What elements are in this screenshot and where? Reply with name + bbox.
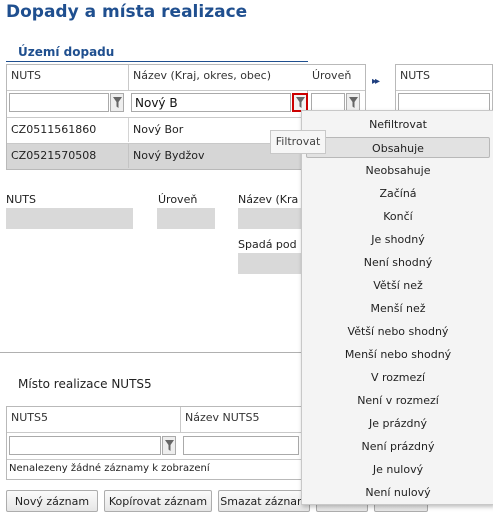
filter-menu-item[interactable]: Je prázdný bbox=[306, 413, 490, 434]
section-divider bbox=[0, 352, 302, 353]
misto-section-title: Místo realizace NUTS5 bbox=[18, 377, 152, 391]
new-record-button[interactable]: Nový záznam bbox=[6, 490, 98, 512]
filter-menu-item[interactable]: Začíná bbox=[306, 183, 490, 204]
right-grid: NUTS bbox=[395, 64, 493, 114]
column-header-uroven-label: Úroveň bbox=[308, 65, 364, 90]
nuts-filter-button[interactable] bbox=[110, 93, 124, 112]
move-right-icon[interactable]: ▸▸ bbox=[372, 76, 380, 87]
misto-grid: NUTS5 Název NUTS5 Nenalezeny žádné zázna… bbox=[6, 406, 305, 480]
nazev-nuts5-filter-input[interactable] bbox=[183, 436, 299, 455]
nazev-filter-input[interactable] bbox=[131, 93, 291, 112]
header-divider bbox=[7, 432, 301, 433]
column-header-nuts5[interactable]: NUTS5 bbox=[7, 407, 181, 432]
filter-divider bbox=[7, 459, 301, 460]
table-row[interactable]: CZ0511561860 Nový Bor bbox=[7, 118, 307, 143]
nuts5-filter-button[interactable] bbox=[162, 436, 176, 455]
table-row[interactable]: CZ0521570508 Nový Bydžov bbox=[7, 144, 307, 169]
column-header-nazev-nuts5[interactable]: Název NUTS5 bbox=[181, 407, 305, 432]
column-header-nuts[interactable]: NUTS bbox=[7, 65, 129, 90]
filter-icon bbox=[295, 97, 305, 108]
uroven-column-area: Úroveň bbox=[308, 64, 366, 114]
spada-pod-field[interactable] bbox=[238, 253, 302, 274]
filter-menu-item[interactable]: Větší nebo shodný bbox=[306, 321, 490, 342]
right-column-header-nuts[interactable]: NUTS bbox=[396, 65, 492, 90]
page-title: Dopady a místa realizace bbox=[6, 2, 248, 22]
filter-menu-item[interactable]: Neobsahuje bbox=[306, 160, 490, 181]
filter-icon bbox=[112, 97, 122, 108]
cell-nuts: CZ0521570508 bbox=[7, 144, 129, 168]
filter-icon bbox=[348, 97, 358, 108]
cell-nuts: CZ0511561860 bbox=[7, 118, 129, 142]
nuts-filter-input[interactable] bbox=[9, 93, 109, 112]
copy-record-button[interactable]: Kopírovat záznam bbox=[104, 490, 212, 512]
nuts5-filter-input[interactable] bbox=[9, 436, 161, 455]
uzemi-grid: NUTS Název (Kraj, okres, obec) Úroveň CZ… bbox=[6, 64, 371, 170]
filter-menu-item[interactable]: Nefiltrovat bbox=[306, 114, 490, 135]
filter-menu-item[interactable]: V rozmezí bbox=[306, 367, 490, 388]
delete-record-button[interactable]: Smazat záznam bbox=[218, 490, 310, 512]
filter-menu-item[interactable]: Není prázdný bbox=[306, 436, 490, 457]
filter-menu-item[interactable]: Je shodný bbox=[306, 229, 490, 250]
filter-tooltip: Filtrovat bbox=[270, 130, 326, 154]
filter-menu-item[interactable]: Není nulový bbox=[306, 482, 490, 503]
filter-menu-item[interactable]: Menší než bbox=[306, 298, 490, 319]
filter-menu-item[interactable]: Není v rozmezí bbox=[306, 390, 490, 411]
nazev-label: Název (Kra bbox=[238, 193, 299, 206]
filter-menu-item[interactable]: Větší než bbox=[306, 275, 490, 296]
empty-message: Nenalezeny žádné záznamy k zobrazení bbox=[9, 463, 210, 474]
filter-menu: Nefiltrovat Obsahuje Neobsahuje Začíná Končí… bbox=[301, 110, 493, 505]
filter-menu-item[interactable]: Obsahuje bbox=[306, 137, 490, 158]
spada-pod-label: Spadá pod bbox=[238, 238, 297, 251]
column-header-nazev[interactable]: Název (Kraj, okres, obec) bbox=[129, 65, 311, 90]
uroven-label: Úroveň bbox=[158, 193, 198, 206]
filter-menu-item[interactable]: Je nulový bbox=[306, 459, 490, 480]
filter-menu-item[interactable]: Končí bbox=[306, 206, 490, 227]
uzemi-section-title: Území dopadu bbox=[18, 45, 115, 59]
section-underline bbox=[6, 61, 308, 62]
filter-menu-item[interactable]: Menší nebo shodný bbox=[306, 344, 490, 365]
header-divider bbox=[396, 90, 493, 91]
nuts-label: NUTS bbox=[6, 193, 36, 206]
nazev-field[interactable] bbox=[238, 208, 302, 229]
filter-icon bbox=[164, 440, 174, 451]
header-divider bbox=[7, 90, 307, 91]
nuts-field[interactable] bbox=[6, 208, 133, 229]
uroven-field[interactable] bbox=[157, 208, 215, 229]
filter-menu-item[interactable]: Není shodný bbox=[306, 252, 490, 273]
header-divider bbox=[308, 90, 365, 91]
